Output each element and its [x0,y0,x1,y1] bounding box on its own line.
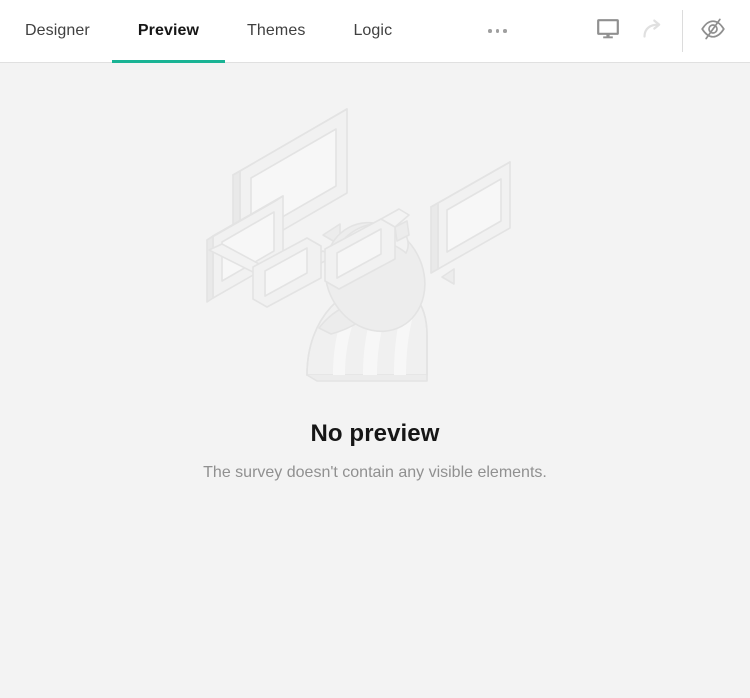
top-tab-bar: Designer Preview Themes Logic [0,0,750,63]
tab-logic-label: Logic [353,22,393,39]
tab-themes[interactable]: Themes [247,0,305,62]
toolbar-divider [682,10,683,52]
tab-list: Designer Preview Themes Logic [0,0,513,63]
tab-preview[interactable]: Preview [111,0,226,63]
ellipsis-icon [488,29,507,33]
redo-arrow-icon [639,16,665,47]
tab-preview-label: Preview [137,22,200,39]
empty-state-title: No preview [310,420,440,447]
toggle-invisible-elements-button[interactable] [691,9,735,53]
tab-designer[interactable]: Designer [25,0,90,62]
tab-themes-label: Themes [247,22,306,39]
tab-bar-spacer [513,0,586,62]
tab-logic[interactable]: Logic [353,0,392,62]
tab-overflow-menu-button[interactable] [482,0,513,62]
preview-content-area: No preview The survey doesn't contain an… [0,63,750,698]
device-preview-button[interactable] [586,9,630,53]
redo-button[interactable] [630,9,674,53]
no-preview-placeholder: No preview The survey doesn't contain an… [0,85,750,483]
device-preview-icon [595,16,621,47]
tab-bar-actions [586,0,750,62]
tab-designer-label: Designer [25,22,90,39]
no-preview-illustration [195,85,555,405]
survey-creator-app: Designer Preview Themes Logic No preview… [0,0,750,698]
empty-state-subtitle: The survey doesn't contain any visible e… [203,464,547,482]
eye-slash-icon [698,14,728,49]
